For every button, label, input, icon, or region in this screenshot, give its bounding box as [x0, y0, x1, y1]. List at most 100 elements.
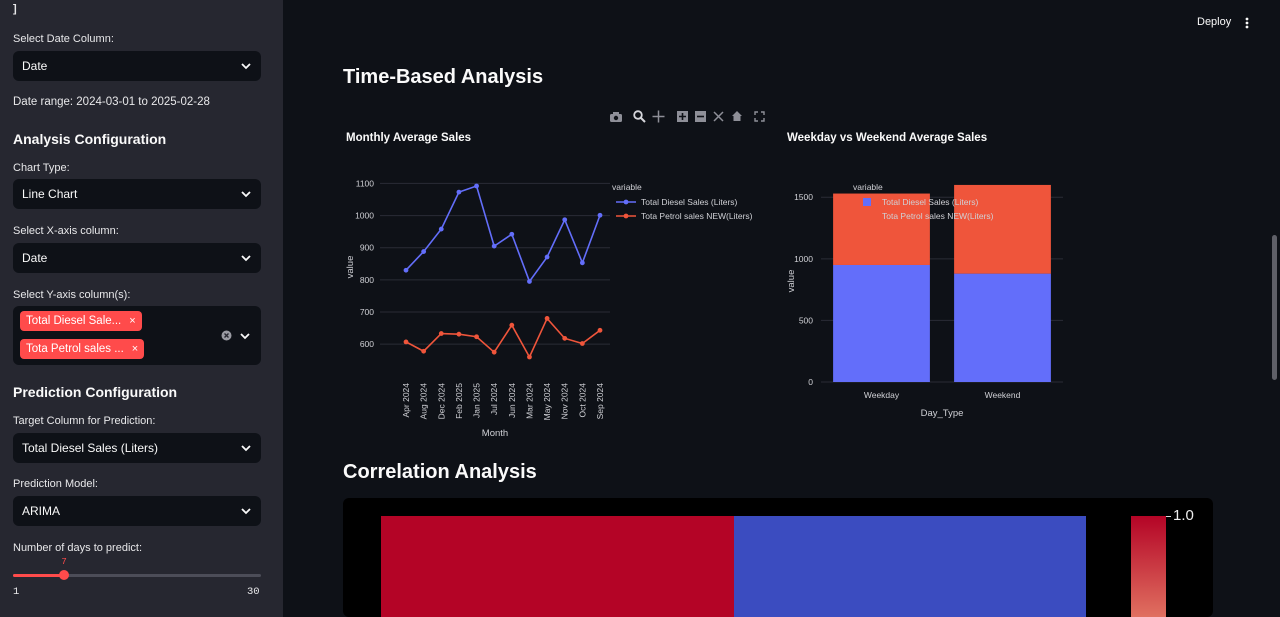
- y-axis-label: Select Y-axis column(s):: [13, 289, 131, 301]
- pan-icon[interactable]: [652, 110, 665, 123]
- x-axis-value: Date: [22, 251, 48, 265]
- section-title-time: Time-Based Analysis: [343, 66, 544, 88]
- chevron-down-icon: [241, 445, 251, 452]
- page-scrollbar[interactable]: [1272, 235, 1277, 380]
- legend-label: Tota Petrol sales NEW(Liters): [641, 211, 753, 221]
- date-column-label: Select Date Column:: [13, 33, 114, 45]
- x-tick-label: Dec 2024: [436, 383, 446, 420]
- slider-max: 30: [247, 586, 260, 598]
- clear-all-icon[interactable]: [221, 330, 232, 341]
- x-tick-label: Nov 2024: [560, 383, 570, 420]
- data-point: [579, 260, 585, 266]
- chart-type-value: Line Chart: [22, 187, 78, 201]
- zoom-out-icon[interactable]: [695, 111, 706, 122]
- data-point: [474, 183, 479, 189]
- legend-swatch: [863, 212, 871, 220]
- bar-segment: [833, 264, 930, 382]
- chevron-down-icon: [241, 508, 251, 515]
- y-axis-label: value: [345, 256, 356, 279]
- legend-marker: [623, 213, 629, 219]
- data-point: [562, 335, 568, 341]
- y-axis-tag[interactable]: Tota Petrol sales ... ×: [20, 339, 145, 359]
- data-point: [491, 243, 497, 249]
- more-menu-icon[interactable]: [1245, 17, 1249, 29]
- zoom-icon[interactable]: [633, 110, 646, 123]
- remove-tag-icon[interactable]: ×: [132, 343, 138, 355]
- y-axis-tag-label: Tota Petrol sales ...: [26, 343, 124, 355]
- bar-segment: [954, 273, 1051, 382]
- data-point: [438, 331, 444, 336]
- data-point: [509, 322, 515, 328]
- zoom-in-icon[interactable]: [677, 111, 688, 122]
- x-axis-label: Day_Type: [921, 408, 964, 419]
- x-tick-label: Jul 2024: [489, 383, 499, 415]
- data-point: [597, 212, 603, 218]
- chart-type-select[interactable]: Line Chart: [13, 179, 261, 209]
- target-column-label: Target Column for Prediction:: [13, 415, 156, 427]
- y-tick-label: 0: [808, 377, 813, 387]
- y-tick-label: 1000: [355, 211, 374, 221]
- x-tick-label: Weekend: [985, 390, 1021, 400]
- x-axis-label: Select X-axis column:: [13, 225, 119, 237]
- y-tick-label: 800: [360, 275, 374, 285]
- chart-title: Weekday vs Weekend Average Sales: [787, 132, 987, 144]
- legend-title: variable: [853, 182, 883, 192]
- x-axis-select[interactable]: Date: [13, 243, 261, 273]
- legend-label: Tota Petrol sales NEW(Liters): [882, 211, 994, 221]
- x-tick-label: Aug 2024: [419, 383, 429, 420]
- line-chart[interactable]: Monthly Average Sales 600 700 800 900 1000 110…: [333, 125, 773, 445]
- data-point: [509, 231, 515, 237]
- data-point: [527, 279, 532, 284]
- x-tick-label: Weekday: [864, 390, 900, 400]
- main-content: Deploy Time-Based Analysis Monthly Avera…: [283, 0, 1280, 617]
- y-tick-label: 500: [799, 315, 813, 325]
- chevron-down-icon[interactable]: [239, 330, 251, 342]
- data-point: [474, 334, 479, 340]
- data-point: [544, 316, 550, 321]
- slider-min: 1: [13, 586, 20, 598]
- data-point: [421, 348, 427, 354]
- prediction-model-select[interactable]: ARIMA: [13, 496, 261, 526]
- x-tick-label: Feb 2025: [454, 383, 464, 419]
- x-tick-label: Apr 2024: [401, 383, 411, 418]
- chevron-down-icon: [241, 191, 251, 198]
- analysis-config-heading: Analysis Configuration: [13, 131, 167, 147]
- bar-chart[interactable]: Weekday vs Weekend Average Sales 0 500 1000…: [773, 125, 1223, 425]
- target-column-select[interactable]: Total Diesel Sales (Liters): [13, 433, 261, 463]
- legend-label: Total Diesel Sales (Liters): [882, 197, 979, 207]
- autoscale-icon[interactable]: [713, 111, 724, 122]
- heatmap-cell[interactable]: [734, 516, 1086, 617]
- data-point: [438, 226, 444, 232]
- y-axis-tag[interactable]: Total Diesel Sale... ×: [20, 311, 142, 331]
- data-point: [456, 189, 462, 195]
- data-point: [562, 217, 568, 223]
- date-column-select[interactable]: Date: [13, 51, 261, 81]
- x-tick-label: Oct 2024: [577, 383, 587, 418]
- x-axis-label: Month: [482, 428, 508, 439]
- series-line: [405, 316, 601, 359]
- data-point: [597, 327, 603, 333]
- y-tick-label: 1500: [794, 192, 813, 202]
- legend-title: variable: [612, 182, 642, 192]
- y-tick-label: 1100: [356, 178, 375, 188]
- y-tick-label: 1000: [794, 254, 813, 264]
- slider-thumb[interactable]: [59, 570, 70, 580]
- legend-marker: [623, 199, 629, 205]
- camera-icon[interactable]: [609, 111, 623, 123]
- data-point: [456, 331, 462, 337]
- deploy-button[interactable]: Deploy: [1197, 16, 1231, 28]
- data-point: [421, 249, 427, 254]
- y-tick-label: 600: [360, 339, 374, 349]
- section-title-correlation: Correlation Analysis: [343, 461, 537, 483]
- fullscreen-icon[interactable]: [754, 111, 765, 122]
- y-axis-tag-label: Total Diesel Sale...: [26, 315, 122, 327]
- home-icon[interactable]: [731, 110, 743, 122]
- heatmap-container: 1.0: [343, 498, 1213, 617]
- heatmap-cell[interactable]: [381, 516, 734, 617]
- data-point: [403, 267, 409, 273]
- remove-tag-icon[interactable]: ×: [129, 315, 135, 327]
- colorbar-tick: [1166, 516, 1171, 517]
- chevron-down-icon: [241, 63, 251, 70]
- data-point: [527, 354, 532, 360]
- y-axis-label: value: [786, 270, 797, 293]
